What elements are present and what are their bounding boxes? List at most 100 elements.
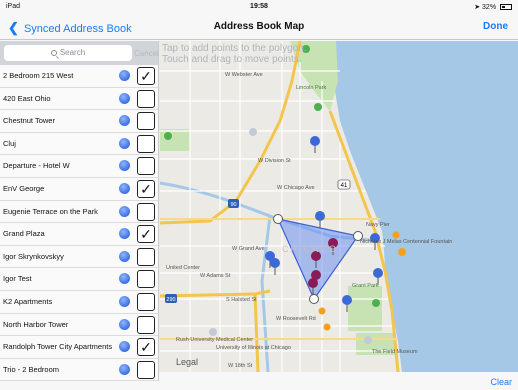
- list-item-name: Eugenie Terrace on the Park: [3, 206, 98, 216]
- checkbox[interactable]: ✓: [137, 338, 155, 357]
- list-item-name: Grand Plaza: [3, 229, 45, 239]
- status-bar: iPad 19:58 ➤ 32%: [0, 0, 518, 14]
- location-dot-icon: [119, 70, 130, 81]
- location-dot-icon: [119, 318, 130, 330]
- battery-percent: 32%: [482, 4, 497, 11]
- w-chicago-label: W Chicago Ave: [277, 185, 315, 191]
- location-dot-icon: [119, 273, 130, 285]
- clear-button[interactable]: Clear: [490, 377, 512, 387]
- checkbox[interactable]: [137, 202, 155, 221]
- cancel-button[interactable]: Cancel: [134, 49, 159, 58]
- location-dot-icon: [119, 115, 130, 127]
- list-item[interactable]: 2 Bedroom 215 West ✓: [0, 65, 158, 88]
- list-item-name: North Harbor Tower: [3, 319, 69, 329]
- search-bar: Search Cancel: [0, 41, 159, 65]
- checkbox[interactable]: [137, 270, 155, 289]
- list-item[interactable]: 420 East Ohio: [0, 87, 158, 111]
- park-icon: [372, 299, 380, 307]
- uic-label: University of Illinois at Chicago: [216, 345, 291, 351]
- list-item[interactable]: Cluj: [0, 132, 158, 156]
- list-item-name: Chestnut Tower: [3, 116, 55, 126]
- grant-park-label: Grant Park: [352, 283, 379, 289]
- list-item-name: Departure - Hotel W: [3, 161, 70, 171]
- map-hint: Tap to add points to the polygon. Touch …: [162, 43, 307, 65]
- list-item[interactable]: Eugenie Terrace on the Park: [0, 200, 158, 224]
- list-item-name: 420 East Ohio: [3, 93, 51, 103]
- rush-label: Rush University Medical Center: [176, 337, 253, 343]
- checkbox[interactable]: [137, 360, 155, 379]
- route-90-label: 90: [230, 202, 236, 208]
- navy-pier-label: Navy Pier: [366, 222, 390, 228]
- location-dot-icon: [119, 205, 130, 217]
- checkbox[interactable]: [137, 112, 155, 131]
- checkbox[interactable]: ✓: [137, 179, 155, 198]
- list-item-name: 2 Bedroom 215 West: [3, 71, 74, 80]
- checkbox[interactable]: [137, 89, 155, 108]
- checkbox[interactable]: [137, 157, 155, 176]
- location-dot-icon: [119, 92, 130, 104]
- s-halsted-label: S Halsted St: [226, 297, 257, 303]
- location-dot-icon: [119, 137, 130, 149]
- landmark-icon: [398, 248, 406, 256]
- checkbox[interactable]: [137, 315, 155, 334]
- w-adams-label: W Adams St: [200, 273, 231, 279]
- map-hint-line-1: Tap to add points to the polygon.: [162, 43, 307, 54]
- list-item[interactable]: Chestnut Tower: [0, 110, 158, 133]
- w-grand-label: W Grand Ave: [232, 246, 265, 252]
- polygon-vertex[interactable]: [309, 294, 319, 304]
- transit-icon: [323, 323, 331, 331]
- route-41-label: 41: [341, 183, 348, 189]
- park-icon: [314, 103, 322, 111]
- page-title: Address Book Map: [213, 21, 305, 32]
- hospital-icon: [209, 328, 217, 336]
- list-item[interactable]: North Harbor Tower: [0, 313, 158, 337]
- map-hint-line-2: Touch and drag to move points.: [162, 54, 302, 65]
- checkbox[interactable]: [137, 247, 155, 266]
- list-item[interactable]: EnV George ✓: [0, 177, 158, 201]
- route-290-label: 290: [166, 297, 175, 303]
- search-placeholder: Search: [59, 48, 86, 57]
- map-pin-blue[interactable]: [310, 136, 320, 153]
- list-item[interactable]: Igor Skrynkovskyy: [0, 245, 158, 269]
- map-pin-blue[interactable]: [315, 211, 325, 228]
- legal-link[interactable]: Legal: [176, 357, 198, 367]
- search-icon: [50, 50, 57, 56]
- poi-icon: [249, 128, 257, 136]
- checkbox[interactable]: [137, 134, 155, 153]
- list-item[interactable]: Grand Plaza ✓: [0, 223, 158, 246]
- list-item-name: K2 Apartments: [3, 296, 53, 306]
- done-button[interactable]: Done: [483, 21, 508, 32]
- location-dot-icon: [119, 363, 130, 375]
- field-museum-label: The Field Museum: [372, 349, 418, 355]
- checkbox[interactable]: ✓: [137, 225, 155, 244]
- location-dot-icon: [119, 250, 130, 262]
- w-webster-label: W Webster Ave: [225, 72, 263, 78]
- w-roosevelt-label: W Roosevelt Rd: [276, 316, 316, 322]
- lincoln-park-label: Lincoln Park: [296, 85, 327, 91]
- navigation-bar: ❮ Synced Address Book Address Book Map D…: [0, 14, 518, 40]
- united-center-label: United Center: [166, 265, 200, 271]
- list-item-name: EnV George: [3, 183, 45, 193]
- list-item[interactable]: K2 Apartments: [0, 290, 158, 314]
- bottom-toolbar: Clear: [159, 372, 518, 390]
- w-18th-label: W 18th St: [228, 363, 253, 369]
- list-item[interactable]: Randolph Tower City Apartments ✓: [0, 336, 158, 359]
- polygon-vertex[interactable]: [273, 214, 283, 224]
- list-item[interactable]: Trio - 2 Bedroom: [0, 358, 158, 382]
- battery-icon: [500, 4, 512, 10]
- list-item-name: Randolph Tower City Apartments: [3, 342, 113, 352]
- search-input[interactable]: Search: [4, 45, 132, 61]
- checkbox[interactable]: ✓: [137, 67, 155, 85]
- location-dot-icon: [119, 182, 130, 194]
- checkbox[interactable]: [137, 292, 155, 311]
- list-item-name: Trio - 2 Bedroom: [3, 364, 59, 374]
- list-item-name: Igor Test: [3, 274, 32, 284]
- fountain-label: Nicholas J Melas Centennial Fountain: [360, 239, 452, 245]
- list-item[interactable]: Departure - Hotel W: [0, 155, 158, 178]
- list-item[interactable]: Igor Test: [0, 268, 158, 291]
- list-item-name: Igor Skrynkovskyy: [3, 251, 64, 261]
- location-dot-icon: [119, 228, 130, 240]
- transit-icon: [318, 307, 326, 315]
- location-dot-icon: [119, 341, 130, 353]
- museum-icon: [364, 336, 372, 344]
